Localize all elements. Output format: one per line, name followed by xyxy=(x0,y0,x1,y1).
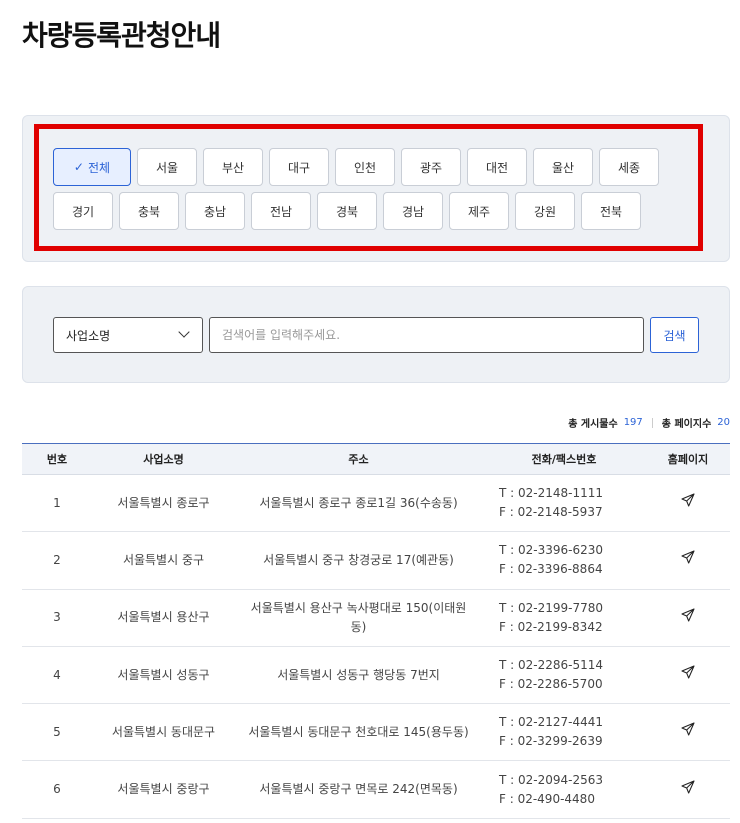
cell-number: 2 xyxy=(53,552,61,567)
header-number: 번호 xyxy=(46,453,68,466)
phone-number: T : 02-2094-2563 xyxy=(499,772,604,787)
cell-homepage xyxy=(646,589,730,646)
paper-plane-icon[interactable] xyxy=(680,607,696,623)
cell-number: 5 xyxy=(53,724,61,739)
address-text: 서울특별시 중구 창경궁로 17(예관동) xyxy=(263,552,454,567)
header-office-name: 사업소명 xyxy=(143,453,184,466)
cell-office-name: 서울특별시 성동구 xyxy=(117,667,210,682)
paper-plane-icon[interactable] xyxy=(680,664,696,680)
phone-number: T : 02-2286-5114 xyxy=(499,658,604,673)
cell-phone-fax: T : 02-2127-4441 F : 02-3299-2639 xyxy=(482,704,646,761)
cell-address: 서울특별시 용산구 녹사평대로 150(이태원동) xyxy=(235,589,482,646)
phone-number: T : 02-2199-7780 xyxy=(499,600,604,615)
address-text: 서울특별시 성동구 행당동 7번지 xyxy=(277,667,440,682)
page-title: 차량등록관청안내 xyxy=(22,19,221,52)
registry-office-table: 번호 사업소명 주소 전화/팩스번호 홈페이지 1 서울특별시 종로구 서울특별시 … xyxy=(22,443,730,819)
fax-number: F : 02-2199-8342 xyxy=(499,619,603,634)
total-pages-label: 총 페이지수 xyxy=(661,419,712,430)
search-category-value: 사업소명 xyxy=(66,328,111,343)
address-text: 서울특별시 동대문구 천호대로 145(용두동) xyxy=(248,724,469,739)
phone-number: T : 02-3396-6230 xyxy=(499,543,604,558)
phone-number: T : 02-2127-4441 xyxy=(499,715,604,730)
cell-phone-fax: T : 02-2199-7780 F : 02-2199-8342 xyxy=(482,589,646,646)
cell-homepage xyxy=(646,704,730,761)
total-posts-count: 197 xyxy=(623,417,643,428)
cell-phone-fax: T : 02-2148-1111 F : 02-2148-5937 xyxy=(482,475,646,532)
cell-number: 6 xyxy=(53,782,61,797)
cell-homepage xyxy=(646,646,730,703)
search-button[interactable]: 검색 xyxy=(650,317,699,353)
cell-office-name: 서울특별시 중랑구 xyxy=(117,782,210,797)
table-row: 5 서울특별시 동대문구 서울특별시 동대문구 천호대로 145(용두동) T : 0… xyxy=(22,704,730,761)
table-row: 1 서울특별시 종로구 서울특별시 종로구 종로1길 36(수송동) T : 02-2… xyxy=(22,475,730,532)
chevron-down-icon xyxy=(178,326,190,338)
cell-phone-fax: T : 02-2286-5114 F : 02-2286-5700 xyxy=(482,646,646,703)
highlight-box xyxy=(34,124,703,251)
summary-divider xyxy=(651,417,653,428)
cell-address: 서울특별시 중랑구 면목로 242(면목동) xyxy=(235,761,482,818)
paper-plane-icon[interactable] xyxy=(680,549,696,565)
cell-office-name: 서울특별시 용산구 xyxy=(117,610,210,625)
cell-address: 서울특별시 동대문구 천호대로 145(용두동) xyxy=(235,704,482,761)
fax-number: F : 02-490-4480 xyxy=(499,791,595,806)
cell-address: 서울특별시 성동구 행당동 7번지 xyxy=(235,646,482,703)
cell-homepage xyxy=(646,475,730,532)
paper-plane-icon[interactable] xyxy=(680,492,696,508)
paper-plane-icon[interactable] xyxy=(680,779,696,795)
table-header-row: 번호 사업소명 주소 전화/팩스번호 홈페이지 xyxy=(22,443,730,475)
cell-office-name: 서울특별시 동대문구 xyxy=(111,724,216,739)
result-summary: 총 게시물수 197 총 페이지수 20 xyxy=(568,415,730,430)
paper-plane-icon[interactable] xyxy=(680,721,696,737)
address-text: 서울특별시 중랑구 면목로 242(면목동) xyxy=(259,782,458,797)
header-homepage: 홈페이지 xyxy=(667,453,709,466)
header-address: 주소 xyxy=(348,453,369,466)
cell-office-name: 서울특별시 중구 xyxy=(122,552,205,567)
search-category-select[interactable]: 사업소명 xyxy=(53,317,203,353)
fax-number: F : 02-2148-5937 xyxy=(499,505,603,520)
header-phone-fax: 전화/팩스번호 xyxy=(531,453,597,466)
search-input[interactable] xyxy=(209,317,644,353)
fax-number: F : 02-3396-8864 xyxy=(499,562,603,577)
cell-number: 1 xyxy=(53,495,61,510)
table-row: 2 서울특별시 중구 서울특별시 중구 창경궁로 17(예관동) T : 02-339… xyxy=(22,532,730,590)
table-row: 3 서울특별시 용산구 서울특별시 용산구 녹사평대로 150(이태원동) T : 0… xyxy=(22,589,730,647)
address-text: 서울특별시 용산구 녹사평대로 150(이태원동) xyxy=(250,600,467,634)
cell-phone-fax: T : 02-2094-2563 F : 02-490-4480 xyxy=(482,761,646,818)
cell-homepage xyxy=(646,532,730,589)
cell-number: 4 xyxy=(53,667,61,682)
cell-number: 3 xyxy=(53,610,61,625)
table-row: 6 서울특별시 중랑구 서울특별시 중랑구 면목로 242(면목동) T : 02-2… xyxy=(22,761,730,819)
cell-office-name: 서울특별시 종로구 xyxy=(117,495,210,510)
cell-address: 서울특별시 중구 창경궁로 17(예관동) xyxy=(235,532,482,589)
total-posts-label: 총 게시물수 xyxy=(568,419,618,430)
table-row: 4 서울특별시 성동구 서울특별시 성동구 행당동 7번지 T : 02-2286-5… xyxy=(22,646,730,704)
fax-number: F : 02-3299-2639 xyxy=(499,734,603,749)
total-pages-count: 20 xyxy=(717,417,730,428)
cell-address: 서울특별시 종로구 종로1길 36(수송동) xyxy=(235,475,482,532)
phone-number: T : 02-2148-1111 xyxy=(499,486,604,501)
address-text: 서울특별시 종로구 종로1길 36(수송동) xyxy=(259,495,458,510)
cell-phone-fax: T : 02-3396-6230 F : 02-3396-8864 xyxy=(482,532,646,589)
fax-number: F : 02-2286-5700 xyxy=(499,677,603,692)
cell-homepage xyxy=(646,761,730,818)
